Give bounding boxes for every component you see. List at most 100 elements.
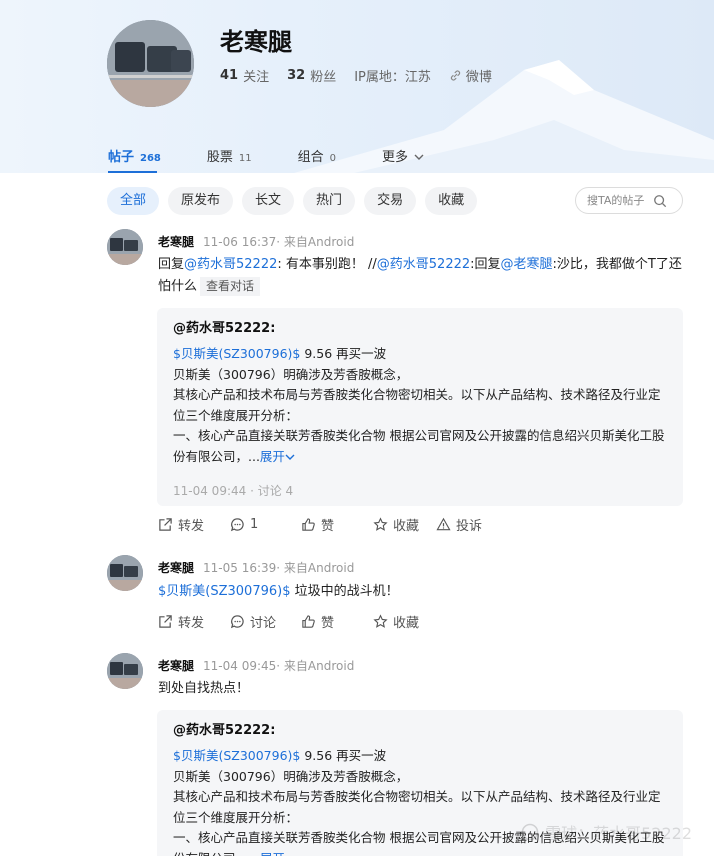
tab-stocks[interactable]: 股票 11 xyxy=(207,146,252,173)
ip-location: IP属地：江苏 xyxy=(354,70,431,85)
filter-long[interactable]: 长文 xyxy=(242,187,295,215)
stock-tag-link[interactable]: $贝斯美(SZ300796)$ xyxy=(173,748,300,763)
avatar[interactable] xyxy=(107,229,143,265)
search-icon[interactable] xyxy=(653,194,667,208)
quote-line: 贝斯美（300796）明确涉及芳香胺概念， xyxy=(173,366,409,382)
tab-stocks-count: 11 xyxy=(238,153,252,164)
followers-label: 粉丝 xyxy=(310,70,337,85)
like-button[interactable]: 赞 xyxy=(301,612,373,631)
post-actions: 转发 1 赞 收藏 投诉 xyxy=(158,515,482,534)
comment-count: 1 xyxy=(250,517,259,532)
avatar[interactable] xyxy=(107,653,143,689)
share-icon xyxy=(159,518,172,531)
view-conversation-button[interactable]: 查看对话 xyxy=(200,277,261,296)
text-segment: :回复 xyxy=(470,257,501,272)
filter-original[interactable]: 原发布 xyxy=(168,187,234,215)
post-time[interactable]: 11-05 16:39 xyxy=(203,561,276,575)
quote-line: $贝斯美(SZ300796)$ 9.56 再买一波 xyxy=(173,746,667,767)
filter-favorites[interactable]: 收藏 xyxy=(425,187,478,215)
filter-trade[interactable]: 交易 xyxy=(364,187,417,215)
post-time[interactable]: 11-04 09:45 xyxy=(203,659,276,673)
post-source: · 来自Android xyxy=(276,561,355,575)
weibo-label: 微博 xyxy=(465,70,492,85)
quote-time[interactable]: 11-04 09:44 xyxy=(173,484,246,498)
watermark: 雪球：药水哥52222 xyxy=(521,820,692,844)
thumbs-up-icon xyxy=(302,615,315,628)
stock-tag-link[interactable]: $贝斯美(SZ300796)$ xyxy=(158,584,290,599)
quote-author[interactable]: @药水哥52222: xyxy=(173,721,667,741)
filter-all[interactable]: 全部 xyxy=(107,187,160,215)
star-icon xyxy=(373,517,388,531)
mention-link[interactable]: @药水哥52222 xyxy=(184,257,277,272)
comment-button[interactable]: 1 xyxy=(230,515,301,534)
post-author[interactable]: 老寒腿 xyxy=(158,559,194,576)
following-count: 41 xyxy=(220,68,239,83)
profile-tabs: 帖子 268 股票 11 组合 0 更多 xyxy=(108,146,470,173)
post-time[interactable]: 11-06 16:37 xyxy=(203,235,276,249)
tab-stocks-label: 股票 xyxy=(206,150,233,165)
post-author[interactable]: 老寒腿 xyxy=(158,657,194,674)
search-input[interactable] xyxy=(587,194,653,207)
forward-button[interactable]: 转发 xyxy=(158,515,230,534)
favorite-button[interactable]: 收藏 xyxy=(373,612,419,631)
quote-line: $贝斯美(SZ300796)$ 9.56 再买一波 xyxy=(173,344,667,365)
forward-button[interactable]: 转发 xyxy=(158,612,230,631)
link-icon xyxy=(450,70,461,81)
post-author[interactable]: 老寒腿 xyxy=(158,233,194,250)
post-filters: 全部 原发布 长文 热门 交易 收藏 xyxy=(107,187,478,215)
post-meta: 老寒腿 11-04 09:45 · 来自Android xyxy=(158,657,354,674)
post-text: 到处自找热点！ xyxy=(158,681,250,696)
quoted-post[interactable]: @药水哥52222: $贝斯美(SZ300796)$ 9.56 再买一波 贝斯美… xyxy=(157,308,683,506)
expand-label: 展开 xyxy=(259,448,285,464)
post-source: · 来自Android xyxy=(276,235,355,249)
like-label: 赞 xyxy=(321,616,335,631)
armored-vehicle-thumb xyxy=(107,653,143,689)
comment-label: 讨论 xyxy=(250,616,277,631)
post-text: $贝斯美(SZ300796)$ 垃圾中的战斗机！ xyxy=(158,581,688,603)
forward-label: 转发 xyxy=(178,519,205,534)
profile-stats: 41 关注 32 粉丝 IP属地：江苏 微博 xyxy=(220,66,492,85)
mention-link[interactable]: @老寒腿 xyxy=(501,257,553,272)
comment-icon xyxy=(230,615,244,629)
comment-button[interactable]: 讨论 xyxy=(230,612,301,631)
quote-line: 其核心产品和技术布局与芳香胺类化合物密切相关。以下从产品结构、技术路径及行业定位… xyxy=(173,387,661,423)
quote-author[interactable]: @药水哥52222: xyxy=(173,319,667,339)
expand-button[interactable]: 展开 xyxy=(260,851,285,856)
text-segment: : 有本事别跑！ // xyxy=(277,257,377,272)
post-meta: 老寒腿 11-06 16:37 · 来自Android xyxy=(158,233,354,250)
comment-icon xyxy=(230,518,244,532)
armored-vehicle-thumb xyxy=(107,229,143,265)
tab-posts[interactable]: 帖子 268 xyxy=(108,146,161,173)
following-link[interactable]: 41 关注 xyxy=(220,66,269,85)
like-button[interactable]: 赞 xyxy=(301,515,373,534)
stock-tag-link[interactable]: $贝斯美(SZ300796)$ xyxy=(173,346,300,361)
forward-label: 转发 xyxy=(178,616,205,631)
post-source: · 来自Android xyxy=(276,659,355,673)
quote-meta: 11-04 09:44 · 讨论 4 xyxy=(173,482,667,499)
favorite-label: 收藏 xyxy=(393,519,420,534)
filter-hot[interactable]: 热门 xyxy=(303,187,356,215)
favorite-button[interactable]: 收藏 xyxy=(373,515,436,534)
warning-icon xyxy=(436,517,451,531)
text-segment: 垃圾中的战斗机！ xyxy=(290,584,399,599)
expand-button[interactable]: 展开 xyxy=(260,449,295,464)
weibo-link[interactable]: 微博 xyxy=(449,66,492,85)
tab-portfolios-label: 组合 xyxy=(297,150,324,165)
tab-portfolios[interactable]: 组合 0 xyxy=(298,146,336,173)
quote-discuss[interactable]: · 讨论 4 xyxy=(250,484,293,498)
followers-link[interactable]: 32 粉丝 xyxy=(287,66,336,85)
quote-text: 9.56 再买一波 xyxy=(300,346,387,361)
following-label: 关注 xyxy=(243,70,270,85)
report-label: 投诉 xyxy=(456,519,483,534)
tab-portfolios-count: 0 xyxy=(329,153,337,164)
profile-avatar[interactable] xyxy=(107,20,194,107)
tab-more[interactable]: 更多 xyxy=(382,146,424,173)
report-button[interactable]: 投诉 xyxy=(436,515,482,534)
mention-link[interactable]: @药水哥52222 xyxy=(377,257,470,272)
thumbs-up-icon xyxy=(302,518,315,531)
avatar[interactable] xyxy=(107,555,143,591)
profile-name: 老寒腿 xyxy=(220,28,292,56)
followers-count: 32 xyxy=(287,68,306,83)
post-meta: 老寒腿 11-05 16:39 · 来自Android xyxy=(158,559,354,576)
snowball-logo-icon xyxy=(521,823,539,841)
